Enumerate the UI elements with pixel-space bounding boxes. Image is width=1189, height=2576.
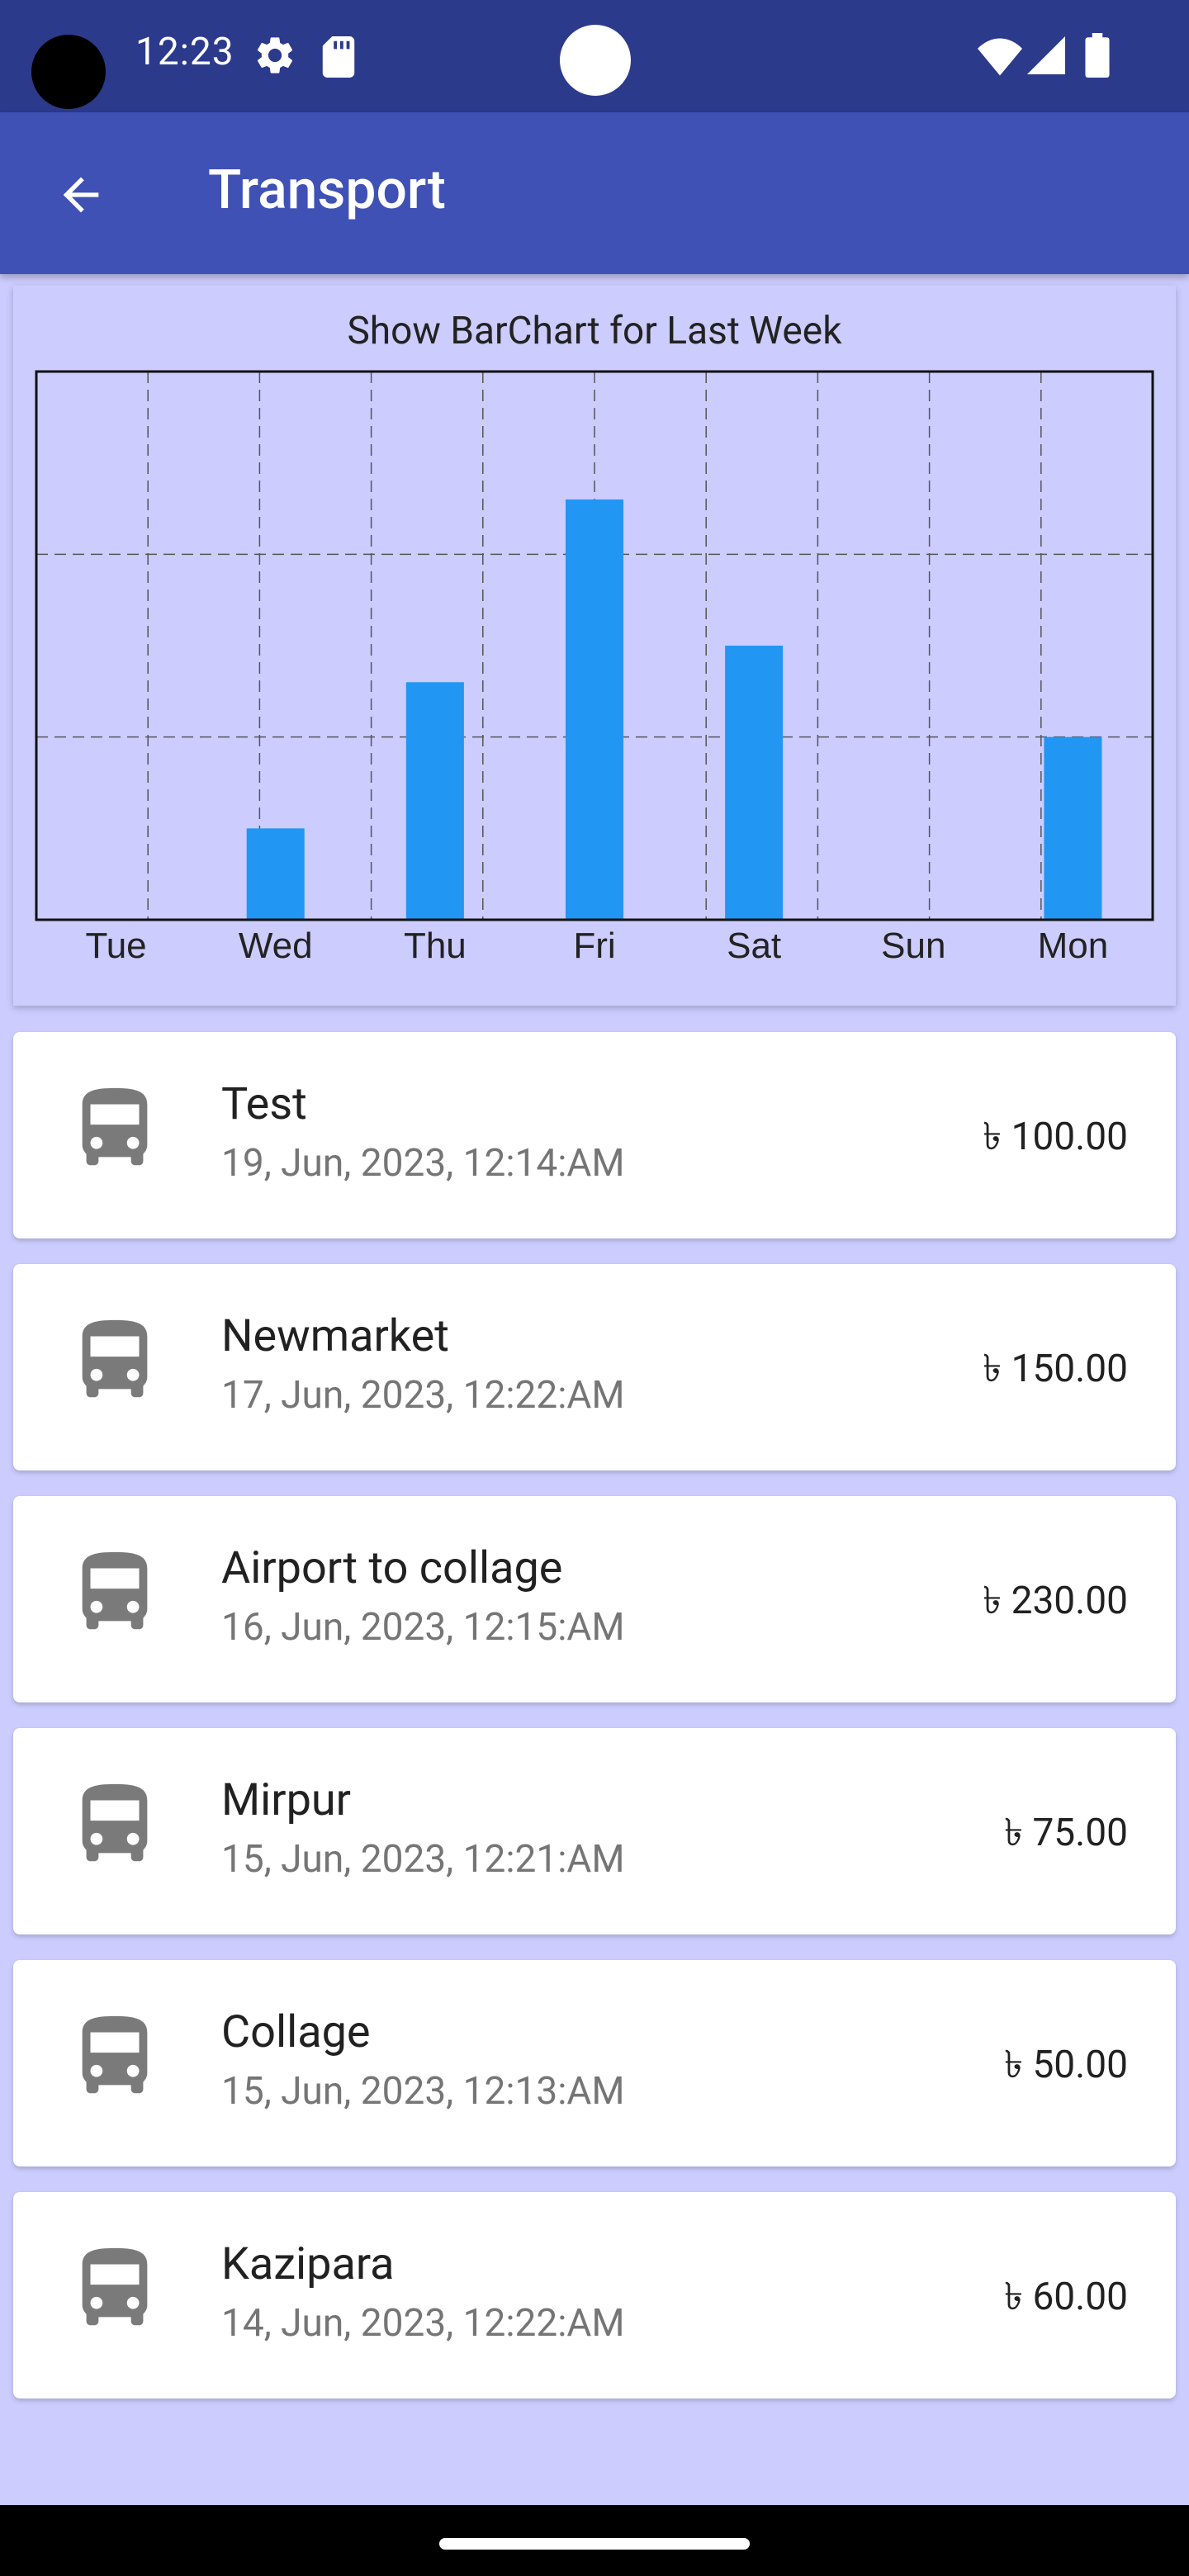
transaction-item[interactable]: Test 19, Jun, 2023, 12:14:AM ৳ 100.00: [13, 1032, 1176, 1238]
transaction-amount: ৳ 230.00: [983, 1579, 1128, 1623]
x-tick-label: Tue: [85, 926, 146, 966]
bar-mon: [1044, 736, 1102, 920]
app-bar: Transport: [0, 112, 1189, 274]
transaction-date: 16, Jun, 2023, 12:15:AM: [221, 1605, 625, 1650]
transaction-amount: ৳ 60.00: [1004, 2275, 1128, 2319]
transaction-name: Test: [221, 1078, 307, 1130]
transaction-amount: ৳ 75.00: [1004, 1811, 1128, 1855]
back-button[interactable]: [46, 160, 116, 230]
bar-fri: [566, 499, 623, 920]
transaction-date: 19, Jun, 2023, 12:14:AM: [221, 1141, 625, 1186]
transaction-item[interactable]: Kazipara 14, Jun, 2023, 12:22:AM ৳ 60.00: [13, 2192, 1176, 2398]
x-tick-label: Thu: [404, 926, 467, 966]
transaction-amount: ৳ 150.00: [983, 1347, 1128, 1391]
bus-icon: [82, 2247, 148, 2326]
cell-signal-icon: [1027, 36, 1065, 74]
transaction-name: Newmarket: [221, 1310, 449, 1362]
x-tick-label: Sat: [727, 926, 781, 966]
bar-wed: [246, 828, 305, 920]
bar-sat: [725, 646, 784, 920]
transaction-date: 15, Jun, 2023, 12:21:AM: [221, 1837, 625, 1882]
sd-card-icon: [322, 36, 355, 78]
wifi-icon: [978, 38, 1022, 76]
transaction-item[interactable]: Airport to collage 16, Jun, 2023, 12:15:A…: [13, 1496, 1176, 1702]
arrow-back-icon: [63, 177, 99, 213]
x-tick-label: Wed: [239, 926, 313, 966]
bus-icon: [82, 1087, 148, 1166]
transaction-date: 15, Jun, 2023, 12:13:AM: [221, 2069, 625, 2114]
transaction-amount: ৳ 50.00: [1004, 2043, 1128, 2087]
transaction-date: 17, Jun, 2023, 12:22:AM: [221, 1373, 625, 1418]
bar-chart: Tue Wed Thu Fri Sat Sun Mon: [35, 370, 1154, 966]
battery-icon: [1085, 33, 1110, 78]
bus-icon: [82, 1319, 148, 1398]
x-tick-label: Mon: [1038, 926, 1109, 966]
transaction-amount: ৳ 100.00: [983, 1115, 1128, 1159]
transaction-date: 14, Jun, 2023, 12:22:AM: [221, 2301, 625, 2346]
camera-cutout: [31, 35, 106, 109]
home-gesture-handle[interactable]: [439, 2538, 750, 2550]
bus-icon: [82, 2015, 148, 2094]
bus-icon: [82, 1783, 148, 1862]
transaction-item[interactable]: Collage 15, Jun, 2023, 12:13:AM ৳ 50.00: [13, 1960, 1176, 2166]
transaction-item[interactable]: Mirpur 15, Jun, 2023, 12:21:AM ৳ 75.00: [13, 1728, 1176, 1934]
settings-gear-icon: [257, 37, 293, 73]
bar-thu: [405, 682, 464, 920]
x-tick-label: Sun: [881, 926, 945, 966]
bus-icon: [82, 1551, 148, 1630]
status-time: 12:23: [135, 30, 234, 74]
x-tick-label: Fri: [573, 926, 615, 966]
page-title: Transport: [208, 159, 446, 222]
transaction-item[interactable]: Newmarket 17, Jun, 2023, 12:22:AM ৳ 150.00: [13, 1264, 1176, 1470]
transaction-name: Collage: [221, 2006, 371, 2058]
status-bar: 12:23: [0, 0, 1189, 112]
transaction-name: Airport to collage: [221, 1542, 563, 1594]
front-camera: [560, 25, 631, 96]
transaction-name: Kazipara: [221, 2238, 395, 2290]
transaction-name: Mirpur: [221, 1774, 351, 1826]
bar-chart-card: Show BarChart for Last Week Tue Wed Thu Fri…: [13, 286, 1176, 1006]
navigation-bar: [0, 2505, 1189, 2576]
